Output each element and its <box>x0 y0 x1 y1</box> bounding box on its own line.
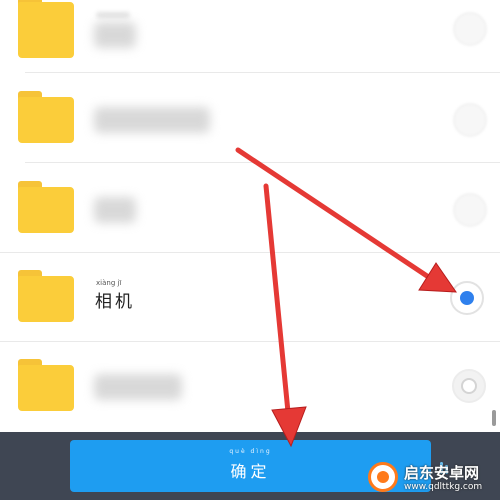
folder-list: xiàng jī 相机 <box>0 0 500 432</box>
radio-button[interactable] <box>452 369 486 403</box>
redacted-folder-name <box>94 107 210 133</box>
folder-name-pinyin: xiàng jī <box>96 279 122 287</box>
list-item[interactable] <box>0 342 500 432</box>
radio-button-selected[interactable] <box>450 281 484 315</box>
redacted-folder-name <box>94 197 136 223</box>
folder-icon <box>18 181 74 233</box>
list-item[interactable] <box>0 0 500 70</box>
folder-icon <box>18 359 74 411</box>
list-item[interactable] <box>0 163 500 253</box>
watermark: 启东安卓网 www.qdlttkg.com <box>358 448 500 500</box>
redacted-folder-name <box>94 374 182 400</box>
watermark-logo-icon <box>368 462 398 492</box>
folder-name: 相机 <box>95 292 135 312</box>
watermark-title: 启东安卓网 <box>404 464 480 482</box>
list-item[interactable] <box>0 73 500 163</box>
list-item-camera[interactable] <box>0 253 500 341</box>
radio-button[interactable] <box>453 193 487 227</box>
radio-button[interactable] <box>453 103 487 137</box>
scrollbar[interactable] <box>492 410 496 426</box>
radio-dot <box>460 291 474 305</box>
radio-button[interactable] <box>453 12 487 46</box>
folder-icon <box>18 270 74 322</box>
redacted-folder-name <box>94 22 136 48</box>
watermark-url: www.qdlttkg.com <box>404 482 483 492</box>
folder-icon <box>18 91 74 143</box>
redacted-pinyin <box>96 12 130 18</box>
folder-icon <box>18 0 74 58</box>
